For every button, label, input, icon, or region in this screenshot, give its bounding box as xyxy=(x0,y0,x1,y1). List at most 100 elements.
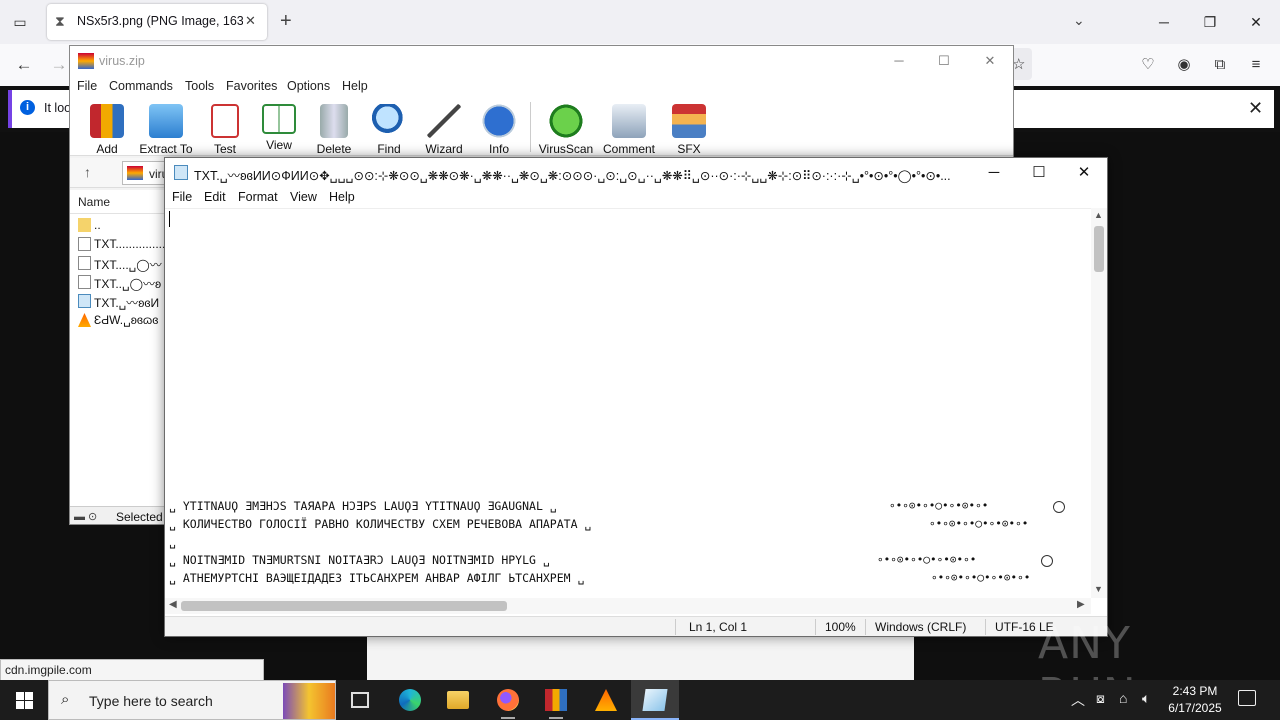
notepad-maximize-button[interactable]: ☐ xyxy=(1016,158,1062,188)
link-status-url: cdn.imgpile.com xyxy=(0,659,264,681)
circle-glyph xyxy=(1041,555,1053,567)
wizard-button[interactable]: Wizard xyxy=(414,102,474,156)
extract-folder-icon xyxy=(149,104,183,138)
cursor-position: Ln 1, Col 1 xyxy=(689,620,748,634)
browser-restore-button[interactable]: ❐ xyxy=(1187,8,1233,36)
show-hidden-icons-chevron-icon[interactable]: ︿ xyxy=(1071,690,1085,710)
search-placeholder: Type here to search xyxy=(89,693,213,709)
pocket-icon[interactable]: ♡ xyxy=(1137,54,1159,76)
search-icon: ⌕ xyxy=(61,691,70,708)
tab-overflow-chevron-icon[interactable]: ⌄ xyxy=(1073,12,1085,29)
comment-button[interactable]: Comment xyxy=(599,102,659,156)
circle-glyph xyxy=(1053,501,1065,513)
browser-close-button[interactable]: ✕ xyxy=(1233,8,1279,36)
notepad-window: TXT.␣〰︎ʚɞИИ⊙ФИИ⊙✥␣␣␣⊙⊙:⊹❋⊙⊙␣❋❋⊙❋·␣❋❋··␣❋… xyxy=(164,157,1108,637)
winrar-menu-options[interactable]: Options xyxy=(287,79,330,93)
notepad-icon xyxy=(642,689,668,711)
app-menu-icon[interactable]: ≡ xyxy=(1245,54,1267,76)
find-label: Find xyxy=(377,142,401,156)
horizontal-scroll-thumb[interactable] xyxy=(181,601,507,611)
search-highlight-image xyxy=(283,683,335,719)
file-name: TXT.␣〰︎ʚɞИ xyxy=(94,296,160,310)
vlc-icon xyxy=(595,689,617,711)
task-view-button[interactable] xyxy=(336,680,384,720)
winrar-menu-commands[interactable]: Commands xyxy=(109,79,173,93)
delete-label: Delete xyxy=(316,142,352,156)
account-icon[interactable]: ◉ xyxy=(1173,54,1195,76)
vlc-taskbar-button[interactable] xyxy=(582,680,630,720)
winrar-taskbar-button[interactable] xyxy=(532,680,580,720)
file-name: TXT....␣◯〰︎ xyxy=(94,258,162,272)
tab-strip: ▭ ⧗ NSx5r3.png (PNG Image, 16384 ✕ + ⌄ ─… xyxy=(0,0,1280,44)
up-folder-arrow-icon[interactable]: ↑ xyxy=(84,164,91,180)
text-line-symbols: ∘•∘⊙•∘•◯•∘•⊙•∘• xyxy=(931,571,1031,584)
edge-taskbar-button[interactable] xyxy=(386,680,434,720)
notepad-menu-view[interactable]: View xyxy=(290,190,317,204)
list-all-tabs-icon[interactable]: ▭ xyxy=(8,10,32,34)
scroll-up-arrow-icon[interactable]: ▲ xyxy=(1094,210,1103,220)
device-icon[interactable]: ⧇ xyxy=(1096,690,1105,707)
extract-to-label: Extract To xyxy=(139,142,193,156)
network-icon[interactable]: ⌂ xyxy=(1119,690,1127,706)
comment-bubble-icon xyxy=(612,104,646,138)
firefox-taskbar-button[interactable] xyxy=(484,680,532,720)
winrar-toolbar: Add Extract To Test View Delete Find Wiz… xyxy=(70,98,1013,156)
new-tab-button[interactable]: + xyxy=(280,9,292,33)
vertical-scrollbar[interactable]: ▲ ▼ xyxy=(1091,208,1107,598)
notepad-taskbar-button[interactable] xyxy=(631,680,679,720)
info-button[interactable]: Info xyxy=(469,102,529,156)
winrar-title: virus.zip xyxy=(99,54,145,68)
back-arrow-icon[interactable]: ← xyxy=(11,53,37,77)
notification-center-icon[interactable] xyxy=(1238,690,1256,706)
close-tab-icon[interactable]: ✕ xyxy=(245,13,256,29)
winrar-menu-favorites[interactable]: Favorites xyxy=(226,79,277,93)
notification-close-icon[interactable]: ✕ xyxy=(1248,98,1263,119)
text-line-symbols: ∘•∘⊙•∘•◯•∘•⊙•∘• xyxy=(929,517,1029,530)
notepad-close-button[interactable]: ✕ xyxy=(1061,158,1107,188)
browser-tab-active[interactable]: ⧗ NSx5r3.png (PNG Image, 16384 ✕ xyxy=(47,4,267,40)
system-clock[interactable]: 2:43 PM 6/17/2025 xyxy=(1160,683,1230,717)
delete-button[interactable]: Delete xyxy=(304,102,364,156)
extensions-icon[interactable]: ⧉ xyxy=(1209,54,1231,76)
scroll-right-arrow-icon[interactable]: ▶ xyxy=(1077,599,1085,610)
notepad-menu-format[interactable]: Format xyxy=(238,190,278,204)
winrar-minimize-button[interactable]: ─ xyxy=(876,50,922,72)
sfx-button[interactable]: SFX xyxy=(659,102,719,156)
winrar-maximize-button[interactable]: ☐ xyxy=(921,50,967,72)
test-button[interactable]: Test xyxy=(195,102,255,156)
winrar-menu-help[interactable]: Help xyxy=(342,79,368,93)
notepad-minimize-button[interactable]: ─ xyxy=(971,158,1017,188)
scroll-down-arrow-icon[interactable]: ▼ xyxy=(1094,584,1103,594)
winrar-menu-tools[interactable]: Tools xyxy=(185,79,214,93)
text-editor-area[interactable]: ␣ YTITNAUϘ ƎMƎHƆS TAЯAPA HƆƎPS LAUϘƎ YTI… xyxy=(165,208,1091,598)
name-column-label: Name xyxy=(78,195,111,209)
horizontal-scrollbar[interactable]: ◀ ▶ xyxy=(165,598,1091,614)
explorer-taskbar-button[interactable] xyxy=(434,680,482,720)
extract-to-button[interactable]: Extract To xyxy=(136,102,196,156)
file-name: .. xyxy=(94,218,101,232)
taskbar-search-box[interactable]: ⌕ Type here to search xyxy=(48,680,336,720)
virusscan-button[interactable]: VirusScan xyxy=(536,102,596,156)
scroll-left-arrow-icon[interactable]: ◀ xyxy=(169,599,177,610)
notepad-titlebar: TXT.␣〰︎ʚɞИИ⊙ФИИ⊙✥␣␣␣⊙⊙:⊹❋⊙⊙␣❋❋⊙❋·␣❋❋··␣❋… xyxy=(165,158,1107,188)
notepad-menu-edit[interactable]: Edit xyxy=(204,190,226,204)
view-button[interactable]: View xyxy=(249,102,309,156)
text-line: ␣ КОЛИЧЕСТВО ГОЛОСІЇ РАВНО КОЛИЧЕСТВУ СХ… xyxy=(169,517,592,531)
bookmark-star-icon[interactable]: ☆ xyxy=(1012,55,1025,73)
tab-title: NSx5r3.png (PNG Image, 16384 xyxy=(77,14,243,28)
volume-icon[interactable]: 🔈︎ xyxy=(1142,690,1150,707)
browser-minimize-button[interactable]: ─ xyxy=(1141,8,1187,36)
find-button[interactable]: Find xyxy=(359,102,419,156)
notepad-menu-file[interactable]: File xyxy=(172,190,192,204)
winrar-menu-file[interactable]: File xyxy=(77,79,97,93)
virusscan-bug-icon xyxy=(549,104,583,138)
line-ending: Windows (CRLF) xyxy=(875,620,967,634)
info-circle-icon xyxy=(482,104,516,138)
notepad-menu-help[interactable]: Help xyxy=(329,190,355,204)
vertical-scroll-thumb[interactable] xyxy=(1094,226,1104,272)
edge-icon xyxy=(399,689,421,711)
winrar-close-button[interactable]: ✕ xyxy=(967,50,1013,72)
status-divider xyxy=(985,619,986,635)
start-button[interactable] xyxy=(0,680,48,720)
add-button[interactable]: Add xyxy=(77,102,137,156)
